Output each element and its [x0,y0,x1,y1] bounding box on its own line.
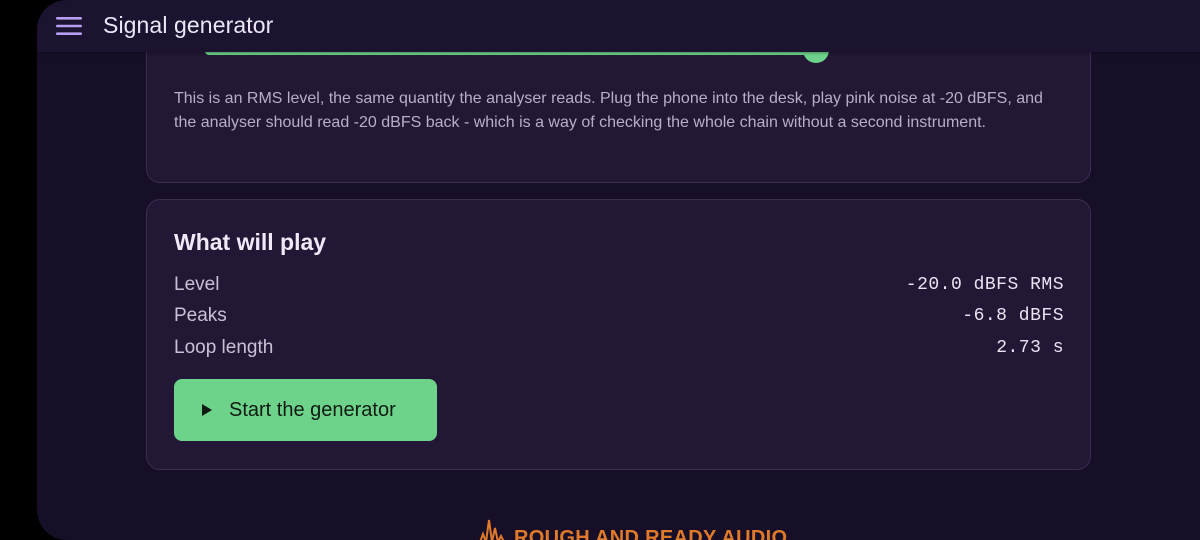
hamburger-menu-icon [56,17,82,35]
row-label: Peaks [174,305,227,326]
row-label: Level [174,274,220,295]
app-bar: Signal generator [37,0,1200,52]
row-label: Loop length [174,337,274,358]
page-title: Signal generator [103,12,274,38]
level-help-text: This is an RMS level, the same quantity … [174,90,1043,131]
row-value: -20.0 dBFS RMS [905,275,1064,295]
menu-button[interactable] [49,6,89,46]
start-button-label: Start the generator [229,398,396,421]
row-value: 2.73 s [996,338,1064,358]
play-icon [202,404,212,416]
info-row-loop-length: Loop length 2.73 s [174,334,1064,362]
info-row-level: Level -20.0 dBFS RMS [174,271,1064,299]
start-generator-button[interactable]: Start the generator [174,379,437,441]
what-will-play-card: What will play Level -20.0 dBFS RMS Peak… [146,199,1091,470]
row-value: -6.8 dBFS [962,306,1064,326]
brand-logo: ROUGH AND READY AUDIO [474,514,787,540]
app-screen: Signal generator This is an RMS level, t… [37,0,1200,540]
waveform-icon [479,519,505,540]
logo-text: ROUGH AND READY AUDIO [514,527,788,540]
info-row-peaks: Peaks -6.8 dBFS [174,302,1064,330]
card-title: What will play [174,229,327,255]
